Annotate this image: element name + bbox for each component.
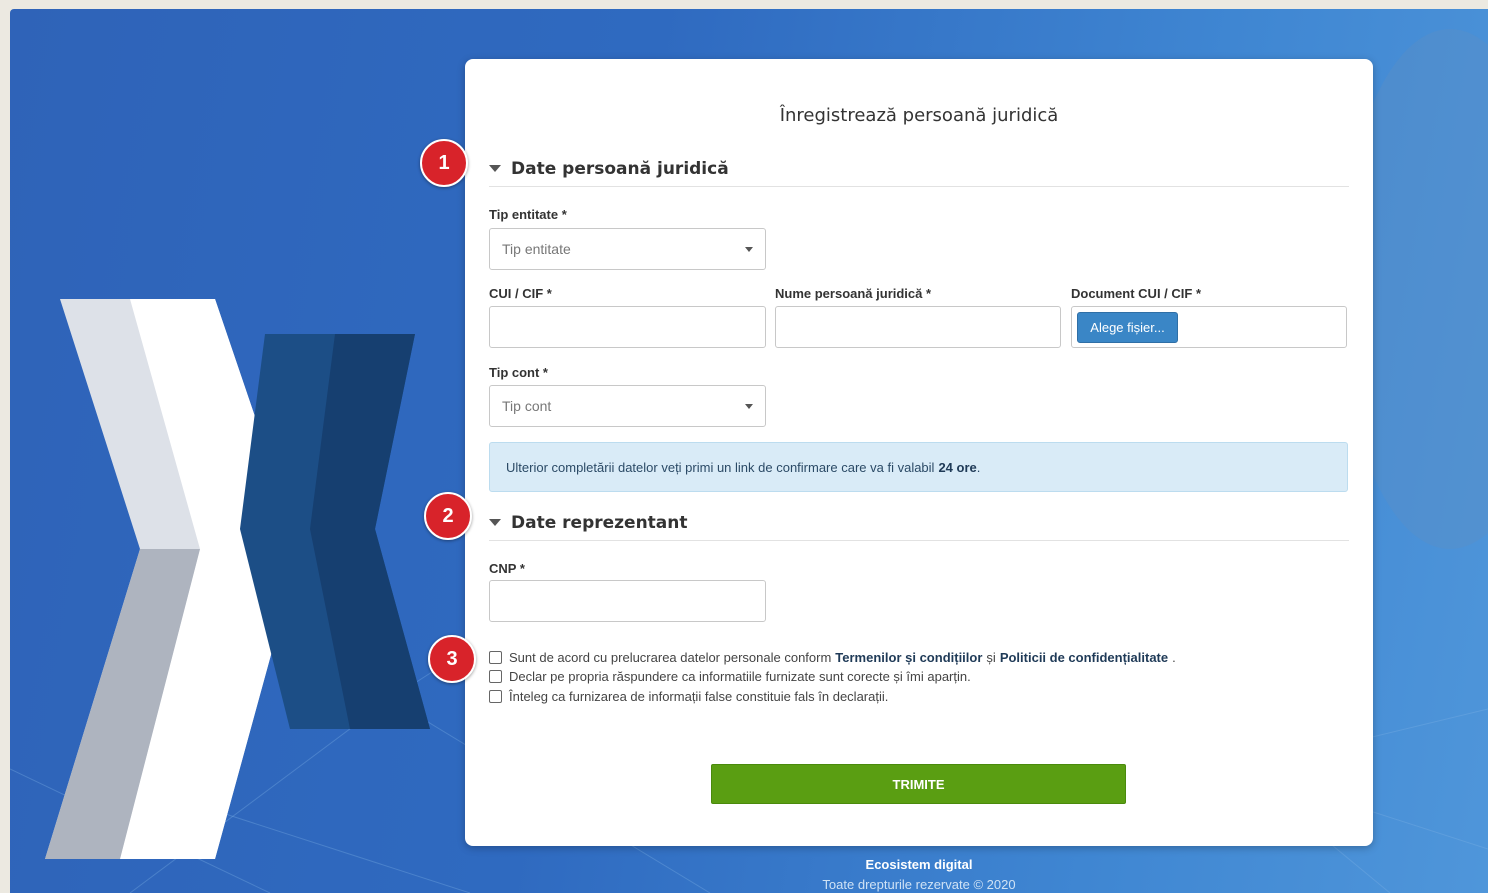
- caret-down-icon: [489, 165, 501, 172]
- terms-link[interactable]: Termenilor și condițiilor: [835, 650, 982, 665]
- tip-entitate-select[interactable]: Tip entitate: [489, 228, 766, 270]
- document-label: Document CUI / CIF *: [1071, 286, 1202, 301]
- consent-declaration-checkbox[interactable]: [489, 670, 502, 683]
- consent-row-declaration: Declar pe propria răspundere ca informat…: [489, 669, 971, 684]
- step-marker-1: 1: [420, 139, 468, 187]
- consent-declaration-text: Declar pe propria răspundere ca informat…: [509, 669, 971, 684]
- consent-false-info-checkbox[interactable]: [489, 690, 502, 703]
- document-file-input[interactable]: Alege fișier...: [1071, 306, 1347, 348]
- consent-terms-text: Sunt de acord cu prelucrarea datelor per…: [509, 650, 832, 665]
- nume-input[interactable]: [775, 306, 1061, 348]
- consent-false-info-text: Înteleg ca furnizarea de informații fals…: [509, 689, 889, 704]
- cui-label: CUI / CIF *: [489, 286, 552, 301]
- step-marker-3: 3: [428, 635, 476, 683]
- tip-entitate-placeholder: Tip entitate: [502, 241, 571, 257]
- tip-entitate-label: Tip entitate *: [489, 207, 567, 222]
- footer-brand: Ecosistem digital: [865, 857, 973, 872]
- consent-terms-checkbox[interactable]: [489, 651, 502, 664]
- tip-cont-label: Tip cont *: [489, 365, 548, 380]
- cnp-input[interactable]: [489, 580, 766, 622]
- registration-card: Înregistrează persoană juridică Date per…: [465, 59, 1373, 846]
- footer-copyright: Toate drepturile rezervate © 2020: [822, 877, 1016, 892]
- consent-row-terms: Sunt de acord cu prelucrarea datelor per…: [489, 650, 1176, 665]
- section-representative-header[interactable]: Date reprezentant: [489, 513, 1349, 541]
- consent-terms-and: și: [986, 650, 996, 665]
- info-suffix: .: [976, 459, 981, 475]
- nume-label: Nume persoană juridică *: [775, 286, 932, 301]
- cnp-label: CNP *: [489, 561, 525, 576]
- info-alert: Ulterior completării datelor veți primi …: [489, 442, 1348, 492]
- tip-cont-select[interactable]: Tip cont: [489, 385, 766, 427]
- privacy-link[interactable]: Politicii de confidențialitate: [1000, 650, 1168, 665]
- consent-row-false-info: Înteleg ca furnizarea de informații fals…: [489, 689, 888, 704]
- dropdown-arrow-icon: [745, 404, 753, 409]
- page-title: Înregistrează persoană juridică: [779, 105, 1059, 126]
- choose-file-button[interactable]: Alege fișier...: [1077, 312, 1178, 343]
- submit-button[interactable]: TRIMITE: [711, 764, 1126, 804]
- section-company-header[interactable]: Date persoană juridică: [489, 159, 1349, 187]
- section-representative-label: Date reprezentant: [511, 513, 688, 533]
- step-marker-2: 2: [424, 492, 472, 540]
- tip-cont-placeholder: Tip cont: [502, 398, 552, 414]
- section-company-label: Date persoană juridică: [511, 159, 729, 179]
- info-text: Ulterior completării datelor veți primi …: [506, 459, 935, 475]
- cui-input[interactable]: [489, 306, 766, 348]
- consent-terms-end: .: [1172, 650, 1176, 665]
- dropdown-arrow-icon: [745, 247, 753, 252]
- caret-down-icon: [489, 519, 501, 526]
- info-highlight: 24 ore: [938, 459, 977, 475]
